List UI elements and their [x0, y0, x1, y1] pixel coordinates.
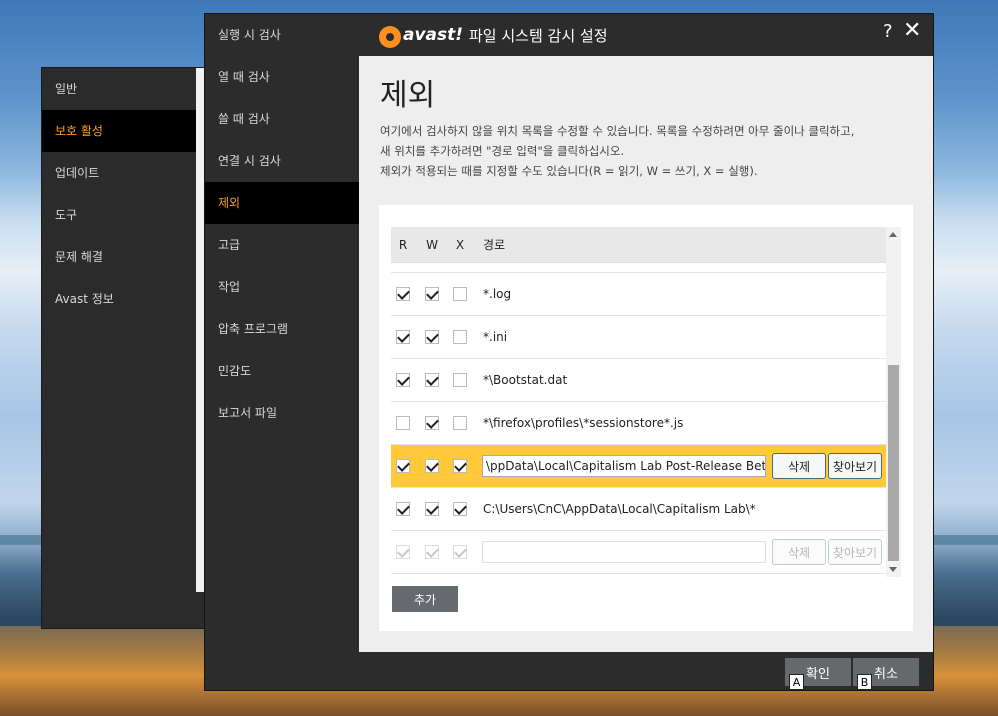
main-nav-item-troubleshooting[interactable]: 문제 해결 [42, 236, 210, 278]
write-checkbox[interactable] [425, 545, 439, 559]
avast-logo: avast! [377, 20, 463, 52]
read-checkbox[interactable] [396, 459, 410, 473]
table-scrollbar[interactable] [886, 227, 901, 577]
write-checkbox[interactable] [425, 459, 439, 473]
table-row-new[interactable]: 삭제 찾아보기 [391, 531, 886, 574]
path-edit-field[interactable]: \ppData\Local\Capitalism Lab Post-Releas… [482, 455, 766, 477]
main-nav-item-tools[interactable]: 도구 [42, 194, 210, 236]
table-header: R W X 경로 [391, 227, 886, 263]
title-bar: avast! 파일 시스템 감시 설정 ? ✕ [205, 14, 933, 56]
browse-button-disabled[interactable]: 찾아보기 [828, 539, 882, 565]
write-checkbox[interactable] [425, 287, 439, 301]
exclusions-content: 제외 여기에서 검사하지 않을 위치 목록을 수정할 수 있습니다. 목록을 수… [359, 56, 933, 652]
main-nav-item-active-protection[interactable]: 보호 활성 [42, 110, 210, 152]
sidebar-item-packers[interactable]: 압축 프로그램 [205, 308, 359, 350]
description-line-2: 새 위치를 추가하려면 "경로 입력"을 클릭하십시오. [380, 144, 625, 158]
sidebar-item-actions[interactable]: 작업 [205, 266, 359, 308]
scroll-thumb[interactable] [888, 365, 899, 561]
write-checkbox[interactable] [425, 502, 439, 516]
window-title: 파일 시스템 감시 설정 [469, 27, 608, 45]
write-checkbox[interactable] [425, 416, 439, 430]
delete-button-disabled[interactable]: 삭제 [772, 539, 826, 565]
read-checkbox[interactable] [396, 545, 410, 559]
ok-shortcut-badge: A [789, 674, 804, 690]
execute-checkbox[interactable] [453, 459, 467, 473]
main-settings-window: 일반 보호 활성 업데이트 도구 문제 해결 Avast 정보 [41, 67, 211, 629]
main-nav-item-about[interactable]: Avast 정보 [42, 278, 210, 320]
delete-button[interactable]: 삭제 [772, 453, 826, 479]
page-description: 여기에서 검사하지 않을 위치 목록을 수정할 수 있습니다. 목록을 수정하려… [380, 121, 920, 181]
read-checkbox[interactable] [396, 330, 410, 344]
execute-checkbox[interactable] [453, 287, 467, 301]
row-path: C:\Users\CnC\AppData\Local\Capitalism La… [483, 502, 756, 516]
read-checkbox[interactable] [396, 287, 410, 301]
sidebar-item-exclusions[interactable]: 제외 [205, 182, 359, 224]
table-row[interactable]: *\firefox\profiles\*sessionstore*.js [391, 402, 886, 445]
write-checkbox[interactable] [425, 373, 439, 387]
page-title: 제외 [380, 78, 436, 113]
settings-sidebar: 실행 시 검사 열 때 검사 쓸 때 검사 연결 시 검사 제외 고급 작업 압… [205, 14, 359, 690]
column-header-write: W [426, 237, 438, 252]
read-checkbox[interactable] [396, 502, 410, 516]
execute-checkbox[interactable] [453, 502, 467, 516]
sidebar-item-scan-on-open[interactable]: 열 때 검사 [205, 56, 359, 98]
description-line-3: 제외가 적용되는 때를 지정할 수도 있습니다(R = 읽기, W = 쓰기, … [380, 164, 758, 178]
table-row[interactable]: *.log [391, 273, 886, 316]
avast-logo-icon [379, 26, 401, 48]
execute-checkbox[interactable] [453, 545, 467, 559]
exclusions-table: R W X 경로 *.log *.ini *\Bootstat.dat *\fi… [391, 227, 886, 577]
main-nav-item-general[interactable]: 일반 [42, 68, 210, 110]
table-row-selected[interactable]: \ppData\Local\Capitalism Lab Post-Releas… [391, 445, 886, 488]
main-nav-item-update[interactable]: 업데이트 [42, 152, 210, 194]
column-header-path: 경로 [483, 238, 506, 252]
help-button[interactable]: ? [883, 21, 893, 42]
row-path: *.ini [483, 330, 508, 344]
sidebar-item-report-file[interactable]: 보고서 파일 [205, 392, 359, 434]
scroll-up-arrow-icon[interactable] [889, 232, 897, 237]
sidebar-item-advanced[interactable]: 고급 [205, 224, 359, 266]
row-path: *.log [483, 287, 512, 301]
execute-checkbox[interactable] [453, 416, 467, 430]
table-row[interactable]: *.ini [391, 316, 886, 359]
column-header-read: R [398, 237, 408, 252]
exclusions-panel: R W X 경로 *.log *.ini *\Bootstat.dat *\fi… [379, 205, 913, 631]
scroll-down-arrow-icon[interactable] [889, 567, 897, 572]
sidebar-item-scan-on-write[interactable]: 쓸 때 검사 [205, 98, 359, 140]
table-row[interactable]: C:\Users\CnC\AppData\Local\Capitalism La… [391, 488, 886, 531]
execute-checkbox[interactable] [453, 330, 467, 344]
read-checkbox[interactable] [396, 373, 410, 387]
sidebar-item-scan-on-attach[interactable]: 연결 시 검사 [205, 140, 359, 182]
sidebar-item-sensitivity[interactable]: 민감도 [205, 350, 359, 392]
row-path: *\Bootstat.dat [483, 373, 568, 387]
close-button[interactable]: ✕ [903, 18, 921, 43]
main-settings-nav: 일반 보호 활성 업데이트 도구 문제 해결 Avast 정보 [42, 68, 210, 320]
column-header-execute: X [455, 237, 465, 252]
main-window-content-edge [196, 68, 204, 592]
write-checkbox[interactable] [425, 330, 439, 344]
new-path-field[interactable] [482, 541, 766, 563]
browse-button[interactable]: 찾아보기 [828, 453, 882, 479]
table-row[interactable]: *\Bootstat.dat [391, 359, 886, 402]
execute-checkbox[interactable] [453, 373, 467, 387]
table-spacer [391, 263, 886, 273]
read-checkbox[interactable] [396, 416, 410, 430]
cancel-shortcut-badge: B [857, 674, 872, 690]
avast-logo-text: avast! [403, 25, 464, 45]
add-button[interactable]: 추가 [392, 586, 458, 612]
file-system-shield-settings-window: 실행 시 검사 열 때 검사 쓸 때 검사 연결 시 검사 제외 고급 작업 압… [204, 13, 934, 691]
description-line-1: 여기에서 검사하지 않을 위치 목록을 수정할 수 있습니다. 목록을 수정하려… [380, 124, 855, 138]
row-path: *\firefox\profiles\*sessionstore*.js [483, 416, 684, 430]
